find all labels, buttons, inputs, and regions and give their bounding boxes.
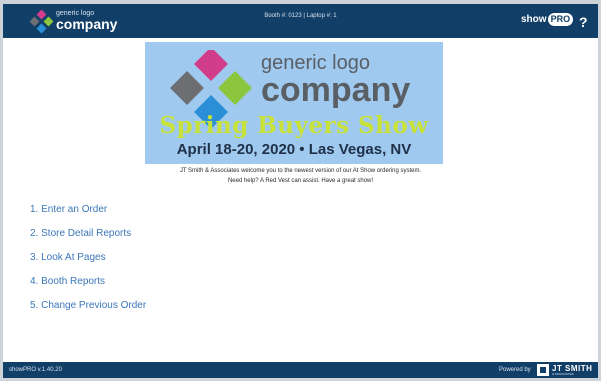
menu-item-change-previous-order[interactable]: 5. Change Previous Order: [30, 299, 330, 323]
menu-item-booth-reports[interactable]: 4. Booth Reports: [30, 275, 330, 299]
jt-smith-logo-icon: [537, 364, 549, 376]
welcome-line2: Need help? A Red Vest can assist. Have a…: [227, 178, 374, 184]
jt-smith-logo: JT SMITH & ASSOCIATES: [537, 364, 595, 376]
menu-item-store-detail-reports[interactable]: 2. Store Detail Reports: [30, 227, 330, 251]
show-banner: generic logo company Spring Buyers Show …: [145, 42, 443, 164]
welcome-message: JT Smith & Associates welcome you to the…: [103, 166, 498, 186]
show-dates: April 18-20, 2020 • Las Vegas, NV: [176, 141, 412, 158]
powered-by-label: Powered by: [499, 367, 531, 373]
show-name: Spring Buyers Show: [159, 112, 429, 139]
jt-smith-logo-sub: & ASSOCIATES: [552, 372, 574, 376]
logo-line2: company: [56, 16, 118, 32]
showpro-logo: show PRO: [521, 12, 574, 28]
banner-logo-line2: company: [261, 71, 411, 109]
app-window: generic logo company Booth #: 0123 | Lap…: [3, 4, 598, 378]
version-label: showPRO v.1.40.20: [9, 367, 62, 373]
footer-bar: showPRO v.1.40.20 Powered by JT SMITH & …: [3, 362, 598, 378]
showpro-logo-pro: PRO: [547, 13, 574, 26]
menu-item-enter-order[interactable]: 1. Enter an Order: [30, 203, 330, 227]
help-button[interactable]: ?: [579, 14, 588, 30]
diamond-logo-icon: [29, 10, 53, 34]
menu-item-look-at-pages[interactable]: 3. Look At Pages: [30, 251, 330, 275]
welcome-line1: JT Smith & Associates welcome you to the…: [179, 168, 422, 174]
company-logo: generic logo company: [29, 8, 139, 34]
main-menu: 1. Enter an Order 2. Store Detail Report…: [30, 203, 330, 323]
header-bar: generic logo company Booth #: 0123 | Lap…: [3, 4, 598, 38]
booth-info: Booth #: 0123 | Laptop #: 1: [264, 13, 337, 19]
showpro-logo-show: show: [521, 14, 547, 25]
